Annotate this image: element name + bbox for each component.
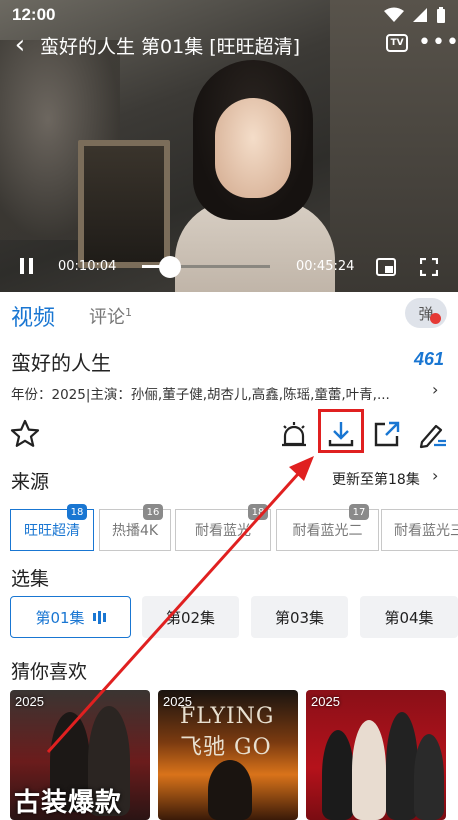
source-update[interactable]: 更新至第18集 <box>332 469 420 489</box>
recommend-poster[interactable]: 2025 FLYING 飞驰 GO <box>158 690 298 820</box>
source-item-label: 耐看蓝光三 <box>394 523 458 539</box>
tab-comment-label: 评论 <box>89 307 125 328</box>
poster-figure <box>414 734 444 820</box>
source-item-badge: 18 <box>67 504 87 520</box>
back-icon[interactable]: ‹ <box>0 32 40 58</box>
chevron-right-icon[interactable]: › <box>432 466 438 485</box>
content-tabs: 视频 评论1 弹 <box>0 292 458 334</box>
video-player[interactable]: 12:00 ‹ 蛮好的人生 第01集 [旺旺超清] TV ••• 00:10:0… <box>0 0 458 292</box>
source-item[interactable]: 耐看蓝光二 17 <box>276 504 379 551</box>
poster-figure <box>208 760 252 820</box>
source-item[interactable]: 耐看蓝光 18 <box>175 504 271 551</box>
poster-figure <box>322 730 354 820</box>
alarm-icon[interactable] <box>278 418 310 450</box>
status-bar: 12:00 <box>0 0 458 30</box>
current-time: 00:10:04 <box>58 259 117 274</box>
show-title: 蛮好的人生 <box>11 351 111 375</box>
battery-icon <box>437 6 445 23</box>
source-item-label: 耐看蓝光二 <box>292 523 363 539</box>
source-item-label: 耐看蓝光 <box>195 523 251 539</box>
player-title: 蛮好的人生 第01集 [旺旺超清] <box>40 35 301 58</box>
source-list: 旺旺超清 18 热播4K 16 耐看蓝光 18 耐看蓝光二 17 耐看蓝光三 <box>0 503 458 553</box>
picture-in-picture-icon[interactable] <box>376 258 396 276</box>
tab-video[interactable]: 视频 <box>11 300 55 332</box>
comment-count: 1 <box>125 306 132 319</box>
poster-title-art: FLYING 飞驰 GO <box>180 704 275 760</box>
source-item-label: 旺旺超清 <box>24 523 80 539</box>
video-picture-frame <box>78 140 170 268</box>
download-highlight-box <box>318 409 364 453</box>
danmu-toggle[interactable]: 弹 <box>405 298 447 328</box>
source-item-label: 热播4K <box>111 523 159 539</box>
recommend-label: 猜你喜欢 <box>11 661 88 683</box>
episode-item[interactable]: 第04集 <box>360 596 458 638</box>
recommend-poster[interactable]: 2025 <box>306 690 446 820</box>
poster-year: 2025 <box>311 694 340 709</box>
episode-item[interactable]: 第02集 <box>142 596 239 638</box>
tab-comment[interactable]: 评论1 <box>89 303 132 329</box>
show-meta[interactable]: 年份：2025|主演：孙俪,董子健,胡杏儿,高鑫,陈瑶,童蕾,叶青,... <box>11 383 431 403</box>
episode-item-label: 第01集 <box>35 608 85 627</box>
poster-year: 2025 <box>15 694 44 709</box>
playing-icon <box>92 610 106 624</box>
player-controls: 00:10:04 00:45:24 <box>0 252 458 282</box>
poster-title-art: 古装爆款 <box>14 788 123 818</box>
action-bar <box>0 414 458 454</box>
status-icons <box>384 6 446 24</box>
progress-knob[interactable] <box>159 256 182 278</box>
status-time: 12:00 <box>12 5 56 24</box>
source-item[interactable]: 耐看蓝光三 <box>381 509 458 551</box>
edit-icon[interactable] <box>416 418 448 450</box>
episode-item-label: 第03集 <box>274 608 325 627</box>
pause-icon[interactable] <box>20 258 34 274</box>
episode-item[interactable]: 第01集 <box>10 596 131 638</box>
recommend-list: 2025 古装爆款 2025 FLYING 飞驰 GO 2025 <box>0 690 458 820</box>
show-score: 461 <box>414 349 445 369</box>
wifi-icon <box>384 7 404 22</box>
cell-signal-icon <box>413 8 427 22</box>
source-label: 来源 <box>11 471 50 493</box>
poster-figure <box>352 720 386 820</box>
source-item[interactable]: 旺旺超清 18 <box>10 504 94 551</box>
episode-item[interactable]: 第03集 <box>251 596 348 638</box>
duration: 00:45:24 <box>296 259 355 274</box>
source-item-badge: 16 <box>143 504 163 520</box>
chevron-right-icon[interactable]: › <box>432 380 438 399</box>
episode-list: 第01集 第02集 第03集 第04集 <box>0 596 458 640</box>
source-item[interactable]: 热播4K 16 <box>99 504 171 551</box>
episode-item-label: 第02集 <box>165 608 216 627</box>
episode-label: 选集 <box>11 568 50 590</box>
fullscreen-icon[interactable] <box>420 258 438 276</box>
danmu-off-indicator <box>430 313 441 324</box>
episode-item-label: 第04集 <box>384 608 434 627</box>
source-item-badge: 18 <box>248 504 268 520</box>
star-icon[interactable] <box>9 418 41 450</box>
more-icon[interactable]: ••• <box>418 30 458 55</box>
player-title-bar: ‹ 蛮好的人生 第01集 [旺旺超清] TV ••• <box>0 30 458 60</box>
recommend-poster[interactable]: 2025 古装爆款 <box>10 690 150 820</box>
source-item-badge: 17 <box>349 504 369 520</box>
tv-cast-icon[interactable]: TV <box>386 34 408 52</box>
share-icon[interactable] <box>371 418 403 450</box>
